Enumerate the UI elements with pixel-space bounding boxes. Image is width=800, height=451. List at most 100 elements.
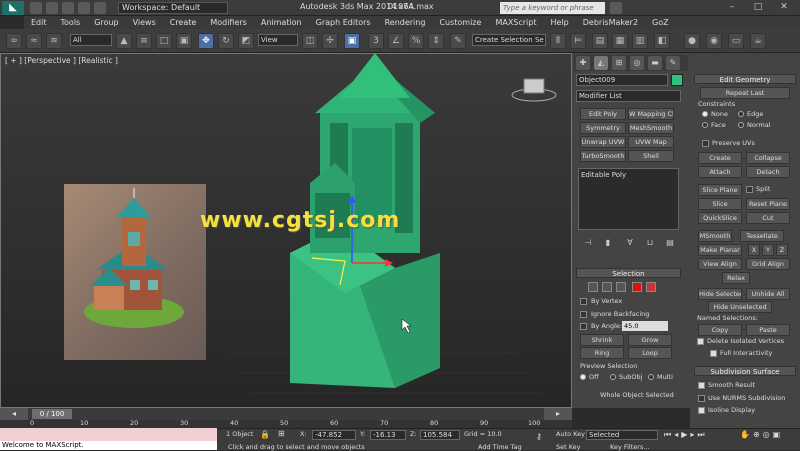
- max-logo-icon[interactable]: ◣: [2, 1, 24, 15]
- pivot-center-icon[interactable]: ◫: [302, 33, 318, 49]
- mod-edit-poly-button[interactable]: Edit Poly: [580, 108, 626, 120]
- paste-button[interactable]: Paste: [746, 324, 790, 336]
- planar-z-button[interactable]: Z: [776, 244, 788, 256]
- isoline-display-checkbox[interactable]: [698, 407, 705, 414]
- element-mode-icon[interactable]: [646, 282, 656, 292]
- menu-customize[interactable]: Customize: [432, 16, 488, 29]
- object-name-field[interactable]: Object009: [576, 74, 668, 86]
- ref-coord-dropdown[interactable]: View: [258, 34, 298, 46]
- repeat-last-button[interactable]: Repeat Last: [700, 87, 790, 99]
- preview-off-radio[interactable]: [580, 374, 586, 380]
- by-vertex-checkbox[interactable]: [580, 298, 587, 305]
- mod-uvw-map-button[interactable]: UVW Map: [628, 136, 674, 148]
- grow-button[interactable]: Grow: [628, 334, 672, 346]
- search-input[interactable]: Type a keyword or phrase: [500, 2, 605, 14]
- collapse-button[interactable]: Collapse: [746, 152, 790, 164]
- slice-plane-button[interactable]: Slice Plane: [698, 184, 742, 196]
- pin-stack-icon[interactable]: ⊣: [582, 238, 594, 250]
- window-crossing-icon[interactable]: ▣: [176, 33, 192, 49]
- make-unique-icon[interactable]: ∀: [624, 238, 636, 250]
- constraint-edge-radio[interactable]: [738, 111, 744, 117]
- slice-button[interactable]: Slice: [698, 198, 742, 210]
- percent-snap-icon[interactable]: %: [408, 33, 424, 49]
- make-planar-button[interactable]: Make Planar: [698, 244, 742, 256]
- edge-mode-icon[interactable]: [602, 282, 612, 292]
- detach-button[interactable]: Detach: [746, 166, 790, 178]
- quickslice-button[interactable]: QuickSlice: [698, 212, 742, 224]
- preview-multi-radio[interactable]: [648, 374, 654, 380]
- use-nurms-checkbox[interactable]: [698, 395, 705, 402]
- attach-button[interactable]: Attach: [698, 166, 742, 178]
- border-mode-icon[interactable]: [616, 282, 626, 292]
- preview-subobj-radio[interactable]: [610, 374, 616, 380]
- save-icon[interactable]: [62, 2, 74, 14]
- display-tab-icon[interactable]: ▬: [648, 56, 662, 70]
- menu-modifiers[interactable]: Modifiers: [203, 16, 254, 29]
- selection-rollout-header[interactable]: Selection: [576, 268, 681, 278]
- msmooth-button[interactable]: MSmooth: [698, 230, 732, 242]
- grid-align-button[interactable]: Grid Align: [746, 258, 790, 270]
- redo-icon[interactable]: [94, 2, 106, 14]
- auto-key-button[interactable]: Auto Key: [556, 430, 585, 438]
- menu-rendering[interactable]: Rendering: [378, 16, 433, 29]
- prev-frame-icon[interactable]: ◂: [0, 408, 28, 420]
- hierarchy-tab-icon[interactable]: ⊞: [612, 56, 626, 70]
- selection-filter-dropdown[interactable]: All: [70, 34, 112, 46]
- planar-y-button[interactable]: Y: [762, 244, 774, 256]
- cut-button[interactable]: Cut: [746, 212, 790, 224]
- maximize-button[interactable]: □: [746, 1, 770, 14]
- select-rotate-icon[interactable]: ↻: [218, 33, 234, 49]
- shrink-button[interactable]: Shrink: [580, 334, 624, 346]
- constraint-face-radio[interactable]: [702, 122, 708, 128]
- menu-goz[interactable]: GoZ: [645, 16, 676, 29]
- playback-controls[interactable]: ⏮◂▶▸⏭: [664, 430, 708, 440]
- select-link-icon[interactable]: ∞: [6, 33, 22, 49]
- angle-value-field[interactable]: 45.0: [622, 321, 668, 331]
- constraint-none-radio[interactable]: [702, 111, 708, 117]
- polygon-mode-icon[interactable]: [632, 282, 642, 292]
- undo-icon[interactable]: [78, 2, 90, 14]
- loop-button[interactable]: Loop: [628, 347, 672, 359]
- menu-views[interactable]: Views: [126, 16, 163, 29]
- menu-edit[interactable]: Edit: [24, 16, 54, 29]
- select-manipulate-icon[interactable]: ✢: [322, 33, 338, 49]
- track-bar[interactable]: 0 10 20 30 40 50 60 70 80 90 100: [0, 419, 572, 428]
- by-angle-checkbox[interactable]: [580, 323, 587, 330]
- new-icon[interactable]: [30, 2, 42, 14]
- hide-selected-button[interactable]: Hide Selected: [698, 288, 742, 300]
- create-tab-icon[interactable]: ✚: [576, 56, 590, 70]
- menu-help[interactable]: Help: [544, 16, 576, 29]
- full-interactivity-checkbox[interactable]: [710, 350, 717, 357]
- render-production-icon[interactable]: ☕: [750, 33, 766, 49]
- smooth-result-checkbox[interactable]: [698, 382, 705, 389]
- planar-x-button[interactable]: X: [748, 244, 760, 256]
- mod-shell-button[interactable]: Shell: [628, 150, 674, 162]
- motion-tab-icon[interactable]: ◎: [630, 56, 644, 70]
- menu-debrismaker[interactable]: DebrisMaker2: [576, 16, 645, 29]
- vertex-mode-icon[interactable]: [588, 282, 598, 292]
- menu-maxscript[interactable]: MAXScript: [488, 16, 543, 29]
- relax-button[interactable]: Relax: [722, 272, 750, 284]
- x-coord-field[interactable]: -47.852: [312, 430, 356, 440]
- select-move-icon[interactable]: ✥: [198, 33, 214, 49]
- viewport-nav-icons[interactable]: ✋⊕◎▣: [740, 430, 783, 439]
- preserve-uvs-checkbox[interactable]: [702, 140, 709, 147]
- object-color-swatch[interactable]: [671, 74, 683, 86]
- rendered-frame-icon[interactable]: ▭: [728, 33, 744, 49]
- mod-turbosmooth-button[interactable]: TurboSmooth: [580, 150, 626, 162]
- named-selection-dropdown[interactable]: Create Selection Se: [472, 34, 546, 46]
- z-coord-field[interactable]: 105.584: [420, 430, 460, 440]
- menu-group[interactable]: Group: [87, 16, 125, 29]
- stack-item-editable-poly[interactable]: Editable Poly: [581, 171, 626, 179]
- lock-selection-icon[interactable]: 🔒: [260, 430, 270, 439]
- menu-graph-editors[interactable]: Graph Editors: [309, 16, 378, 29]
- angle-snap-icon[interactable]: ∠: [388, 33, 404, 49]
- configure-sets-icon[interactable]: ▤: [664, 238, 676, 250]
- render-setup-icon[interactable]: ◉: [706, 33, 722, 49]
- minimize-button[interactable]: –: [720, 1, 744, 14]
- rect-selection-icon[interactable]: □: [156, 33, 172, 49]
- select-by-name-icon[interactable]: ≡: [136, 33, 152, 49]
- edit-named-selection-icon[interactable]: ✎: [450, 33, 466, 49]
- mod-symmetry-button[interactable]: Symmetry: [580, 122, 626, 134]
- curve-editor-icon[interactable]: ▥: [632, 33, 648, 49]
